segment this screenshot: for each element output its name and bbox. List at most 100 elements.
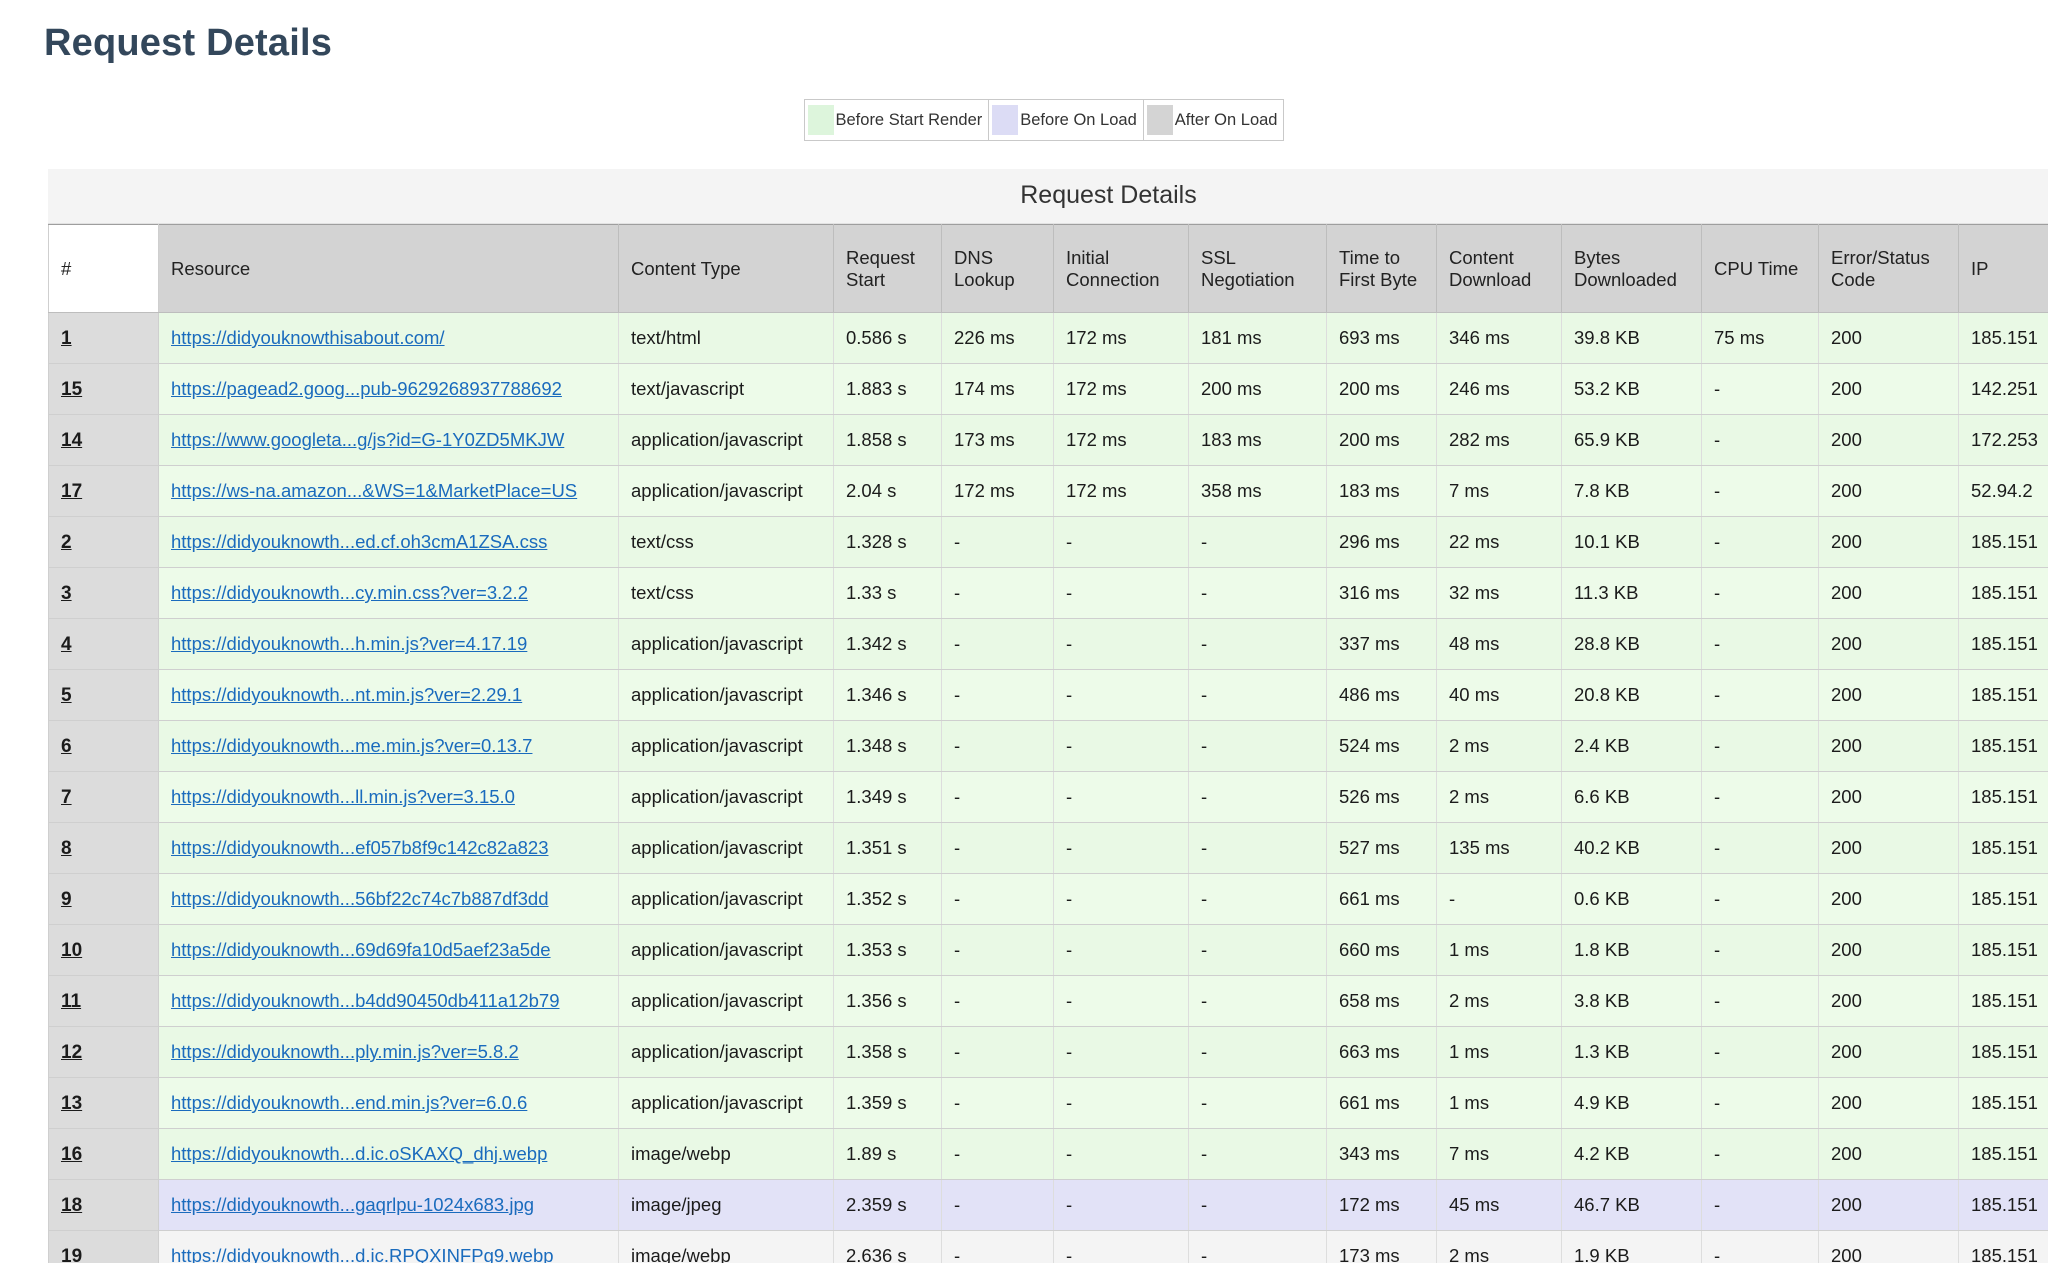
cell-num[interactable]: 12 [49,1027,159,1078]
row-index-link[interactable]: 15 [61,379,82,400]
column-header-resource[interactable]: Resource [159,225,619,313]
table-row[interactable]: 10 https://didyouknowth...69d69fa10d5aef2… [49,925,2048,976]
table-row[interactable]: 19 https://didyouknowth...d.ic.RPQXINFPg9… [49,1231,2048,1263]
resource-link[interactable]: https://didyouknowth...me.min.js?ver=0.1… [171,735,532,756]
cell-resource[interactable]: https://didyouknowth...d.ic.oSKAXQ_dhj.w… [159,1129,619,1180]
row-index-link[interactable]: 8 [61,838,72,859]
cell-resource[interactable]: https://didyouknowth...me.min.js?ver=0.1… [159,721,619,772]
cell-resource[interactable]: https://didyouknowth...ll.min.js?ver=3.1… [159,772,619,823]
resource-link[interactable]: https://didyouknowth...ed.cf.oh3cmA1ZSA.… [171,531,547,552]
cell-num[interactable]: 16 [49,1129,159,1180]
row-index-link[interactable]: 17 [61,481,82,502]
row-index-link[interactable]: 12 [61,1042,82,1063]
cell-resource[interactable]: https://didyouknowth...cy.min.css?ver=3.… [159,568,619,619]
row-index-link[interactable]: 2 [61,532,72,553]
row-index-link[interactable]: 7 [61,787,72,808]
resource-link[interactable]: https://didyouknowth...ef057b8f9c142c82a… [171,837,548,858]
cell-num[interactable]: 1 [49,313,159,364]
table-row[interactable]: 11 https://didyouknowth...b4dd90450db411a… [49,976,2048,1027]
request-details-table-scroll[interactable]: Request Details #ResourceContent TypeReq… [48,169,2048,1263]
resource-link[interactable]: https://didyouknowth...69d69fa10d5aef23a… [171,939,551,960]
column-header-content-type[interactable]: Content Type [619,225,834,313]
row-index-link[interactable]: 5 [61,685,72,706]
cell-resource[interactable]: https://didyouknowth...ed.cf.oh3cmA1ZSA.… [159,517,619,568]
row-index-link[interactable]: 13 [61,1093,82,1114]
resource-link[interactable]: https://didyouknowth...gaqrlpu-1024x683.… [171,1194,534,1215]
column-header-error-status-code[interactable]: Error/Status Code [1819,225,1959,313]
column-header-time-to-first-byte[interactable]: Time to First Byte [1327,225,1437,313]
cell-num[interactable]: 8 [49,823,159,874]
cell-resource[interactable]: https://didyouknowth...ply.min.js?ver=5.… [159,1027,619,1078]
cell-resource[interactable]: https://ws-na.amazon...&WS=1&MarketPlace… [159,466,619,517]
row-index-link[interactable]: 9 [61,889,72,910]
table-row[interactable]: 15 https://pagead2.goog...pub-96292689377… [49,364,2048,415]
cell-resource[interactable]: https://www.googleta...g/js?id=G-1Y0ZD5M… [159,415,619,466]
cell-num[interactable]: 19 [49,1231,159,1263]
column-header-content-download[interactable]: Content Download [1437,225,1562,313]
resource-link[interactable]: https://didyouknowth...end.min.js?ver=6.… [171,1092,527,1113]
resource-link[interactable]: https://didyouknowth...cy.min.css?ver=3.… [171,582,528,603]
table-row[interactable]: 6 https://didyouknowth...me.min.js?ver=0.… [49,721,2048,772]
resource-link[interactable]: https://www.googleta...g/js?id=G-1Y0ZD5M… [171,429,564,450]
row-index-link[interactable]: 16 [61,1144,82,1165]
table-row[interactable]: 14 https://www.googleta...g/js?id=G-1Y0ZD… [49,415,2048,466]
cell-num[interactable]: 15 [49,364,159,415]
resource-link[interactable]: https://didyouknowth...d.ic.RPQXINFPg9.w… [171,1245,554,1263]
cell-resource[interactable]: https://didyouknowth...b4dd90450db411a12… [159,976,619,1027]
cell-num[interactable]: 13 [49,1078,159,1129]
cell-num[interactable]: 2 [49,517,159,568]
cell-num[interactable]: 14 [49,415,159,466]
cell-resource[interactable]: https://didyouknowth...end.min.js?ver=6.… [159,1078,619,1129]
resource-link[interactable]: https://didyouknowth...h.min.js?ver=4.17… [171,633,527,654]
cell-resource[interactable]: https://didyouknowth...nt.min.js?ver=2.2… [159,670,619,721]
table-row[interactable]: 13 https://didyouknowth...end.min.js?ver=… [49,1078,2048,1129]
resource-link[interactable]: https://didyouknowthisabout.com/ [171,327,445,348]
column-header-num[interactable]: # [49,225,159,313]
cell-num[interactable]: 7 [49,772,159,823]
table-row[interactable]: 7 https://didyouknowth...ll.min.js?ver=3.… [49,772,2048,823]
row-index-link[interactable]: 10 [61,940,82,961]
row-index-link[interactable]: 19 [61,1246,82,1263]
column-header-bytes-downloaded[interactable]: Bytes Downloaded [1562,225,1702,313]
cell-num[interactable]: 6 [49,721,159,772]
table-row[interactable]: 12 https://didyouknowth...ply.min.js?ver=… [49,1027,2048,1078]
table-row[interactable]: 1https://didyouknowthisabout.com/text/ht… [49,313,2048,364]
table-row[interactable]: 3 https://didyouknowth...cy.min.css?ver=3… [49,568,2048,619]
cell-resource[interactable]: https://pagead2.goog...pub-9629268937788… [159,364,619,415]
table-row[interactable]: 4https://didyouknowth...h.min.js?ver=4.1… [49,619,2048,670]
column-header-request-start[interactable]: Request Start [834,225,942,313]
cell-resource[interactable]: https://didyouknowth...h.min.js?ver=4.17… [159,619,619,670]
table-row[interactable]: 17 https://ws-na.amazon...&WS=1&MarketPla… [49,466,2048,517]
column-header-cpu-time[interactable]: CPU Time [1702,225,1819,313]
resource-link[interactable]: https://didyouknowth...ply.min.js?ver=5.… [171,1041,519,1062]
row-index-link[interactable]: 14 [61,430,82,451]
table-row[interactable]: 2 https://didyouknowth...ed.cf.oh3cmA1ZSA… [49,517,2048,568]
row-index-link[interactable]: 18 [61,1195,82,1216]
table-row[interactable]: 18 https://didyouknowth...gaqrlpu-1024x68… [49,1180,2048,1231]
cell-num[interactable]: 5 [49,670,159,721]
column-header-ip[interactable]: IP [1959,225,2048,313]
resource-link[interactable]: https://didyouknowth...56bf22c74c7b887df… [171,888,548,909]
cell-resource[interactable]: https://didyouknowth...ef057b8f9c142c82a… [159,823,619,874]
resource-link[interactable]: https://didyouknowth...b4dd90450db411a12… [171,990,559,1011]
column-header-initial-connection[interactable]: Initial Connection [1054,225,1189,313]
cell-resource[interactable]: https://didyouknowthisabout.com/ [159,313,619,364]
cell-num[interactable]: 17 [49,466,159,517]
cell-resource[interactable]: https://didyouknowth...d.ic.RPQXINFPg9.w… [159,1231,619,1263]
resource-link[interactable]: https://didyouknowth...ll.min.js?ver=3.1… [171,786,515,807]
row-index-link[interactable]: 11 [61,991,81,1012]
cell-num[interactable]: 11 [49,976,159,1027]
table-row[interactable]: 9 https://didyouknowth...56bf22c74c7b887d… [49,874,2048,925]
cell-num[interactable]: 9 [49,874,159,925]
column-header-ssl-negotiation[interactable]: SSL Negotiation [1189,225,1327,313]
row-index-link[interactable]: 6 [61,736,72,757]
table-row[interactable]: 5 https://didyouknowth...nt.min.js?ver=2.… [49,670,2048,721]
row-index-link[interactable]: 3 [61,583,72,604]
cell-num[interactable]: 10 [49,925,159,976]
cell-resource[interactable]: https://didyouknowth...gaqrlpu-1024x683.… [159,1180,619,1231]
column-header-dns-lookup[interactable]: DNS Lookup [942,225,1054,313]
resource-link[interactable]: https://ws-na.amazon...&WS=1&MarketPlace… [171,480,577,501]
table-row[interactable]: 8 https://didyouknowth...ef057b8f9c142c82… [49,823,2048,874]
resource-link[interactable]: https://pagead2.goog...pub-9629268937788… [171,378,562,399]
cell-num[interactable]: 18 [49,1180,159,1231]
